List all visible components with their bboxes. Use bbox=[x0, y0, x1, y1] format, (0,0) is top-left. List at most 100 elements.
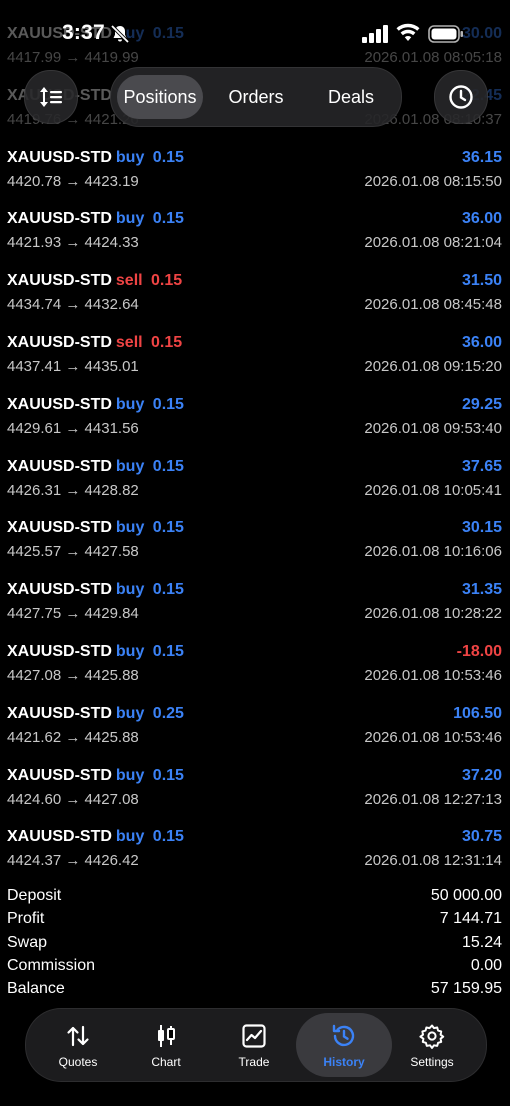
tab-label-history: History bbox=[323, 1055, 365, 1069]
deal-prices: 4434.74 → 4432.64 bbox=[7, 296, 139, 314]
deal-volume: 0.25 bbox=[152, 704, 184, 722]
deal-volume: 0.15 bbox=[152, 828, 184, 846]
deal-side: sell bbox=[115, 272, 143, 290]
deal-time: 2026.01.08 08:15:50 bbox=[364, 172, 502, 190]
deal-prices: 4425.57 → 4427.58 bbox=[7, 543, 139, 561]
deal-row[interactable]: XAUUSD-STD buy 0.15 29.25 4429.61 → 4431.56… bbox=[0, 396, 510, 458]
deal-symbol-name: XAUUSD-STD bbox=[7, 519, 112, 537]
deal-symbol: XAUUSD-STDbuy 0.15 bbox=[7, 210, 184, 228]
deal-profit: 36.15 bbox=[461, 148, 502, 166]
chart-icon bbox=[158, 1025, 175, 1047]
deal-symbol: XAUUSD-STDbuy 0.15 bbox=[7, 581, 184, 599]
deal-symbol-name: XAUUSD-STD bbox=[7, 766, 112, 784]
deal-profit: 37.20 bbox=[461, 766, 502, 784]
deal-prices: 4421.62 → 4425.88 bbox=[7, 728, 139, 746]
deal-row[interactable]: XAUUSD-STD sell 0.15 31.50 4434.74 → 4432.6… bbox=[0, 272, 510, 334]
tab-label-trade: Trade bbox=[238, 1055, 270, 1069]
summary-label: Commission bbox=[7, 956, 96, 974]
deal-side: buy bbox=[115, 828, 145, 846]
deal-time: 2026.01.08 10:28:22 bbox=[364, 605, 502, 623]
deal-row[interactable]: XAUUSD-STD buy 0.15 30.15 4425.57 → 4427.58… bbox=[0, 519, 510, 581]
summary-row-commission: Commission 0.00 bbox=[0, 957, 510, 980]
summary-value: 50 000.00 bbox=[430, 887, 502, 904]
status-time: 3:37 bbox=[62, 21, 105, 44]
tab-deals[interactable]: Deals bbox=[307, 75, 395, 119]
deal-profit: -18.00 bbox=[456, 643, 502, 660]
deal-side: buy bbox=[115, 148, 145, 166]
summary-value: 57 159.95 bbox=[430, 980, 502, 998]
deal-symbol: XAUUSD-STDbuy 0.15 bbox=[7, 458, 184, 476]
deal-row[interactable]: XAUUSD-STD buy 0.15 36.00 4421.93 → 4424.33… bbox=[0, 210, 510, 272]
tab-chart[interactable]: Chart bbox=[122, 1009, 210, 1081]
deal-time: 2026.01.08 12:27:13 bbox=[364, 790, 502, 808]
deal-symbol: XAUUSD-STDbuy 0.15 bbox=[7, 149, 184, 167]
summary-row-deposit: Deposit 50 000.00 bbox=[0, 887, 510, 910]
period-button[interactable] bbox=[434, 70, 488, 124]
deal-prices: 4424.37 → 4426.42 bbox=[7, 852, 139, 870]
quotes-icon bbox=[67, 1025, 89, 1047]
deal-profit: 31.35 bbox=[461, 581, 502, 599]
sort-button[interactable] bbox=[24, 70, 78, 124]
deal-row[interactable]: XAUUSD-STD buy 0.15 -18.00 4427.08 → 4425.8… bbox=[0, 643, 510, 705]
deal-volume: 0.15 bbox=[152, 148, 184, 166]
deal-symbol: XAUUSD-STDbuy 0.15 bbox=[7, 519, 184, 537]
deal-symbol: XAUUSD-STDbuy 0.15 bbox=[7, 643, 184, 661]
deal-row[interactable]: XAUUSD-STD buy 0.15 36.15 4420.78 → 4423.19… bbox=[0, 149, 510, 211]
deal-volume: 0.15 bbox=[152, 766, 184, 784]
deal-volume: 0.15 bbox=[151, 272, 183, 290]
deal-row[interactable]: XAUUSD-STD sell 0.15 36.00 4437.41 → 4435.0… bbox=[0, 334, 510, 396]
tab-orders[interactable]: Orders bbox=[211, 75, 301, 119]
deal-symbol-name: XAUUSD-STD bbox=[7, 395, 112, 413]
deal-symbol: XAUUSD-STDbuy 0.15 bbox=[7, 828, 184, 846]
deal-time: 2026.01.08 10:16:06 bbox=[364, 543, 502, 561]
deal-time: 2026.01.08 10:53:46 bbox=[364, 667, 502, 684]
tab-quotes[interactable]: Quotes bbox=[34, 1009, 122, 1081]
positions-orders-deals-switch[interactable]: Positions Orders Deals bbox=[110, 67, 402, 127]
deal-profit: 29.25 bbox=[461, 395, 502, 413]
history-icon bbox=[332, 1024, 355, 1047]
deal-profit: 31.50 bbox=[461, 272, 502, 290]
deal-row[interactable]: XAUUSD-STD buy 0.15 37.65 4426.31 → 4428.82… bbox=[0, 458, 510, 520]
summary-label: Balance bbox=[7, 980, 65, 998]
deal-row[interactable]: XAUUSD-STD buy 0.15 30.75 4424.37 → 4426.42… bbox=[0, 828, 510, 890]
deal-time: 2026.01.08 12:31:14 bbox=[364, 852, 502, 870]
tab-positions[interactable]: Positions bbox=[117, 75, 203, 119]
deal-symbol-name: XAUUSD-STD bbox=[7, 581, 112, 599]
summary-label: Profit bbox=[7, 910, 45, 928]
wifi-icon bbox=[396, 23, 420, 41]
tab-trade[interactable]: Trade bbox=[210, 1009, 298, 1081]
account-summary: Deposit 50 000.00 Profit 7 144.71 Swap 15.24 C… bbox=[0, 887, 510, 1003]
deal-side: buy bbox=[115, 457, 145, 475]
summary-label: Deposit bbox=[7, 887, 62, 904]
deal-prices: 4427.75 → 4429.84 bbox=[7, 605, 139, 623]
tab-label-quotes: Quotes bbox=[58, 1055, 98, 1069]
deal-symbol-name: XAUUSD-STD bbox=[7, 457, 112, 475]
status-bar: 3:37 bbox=[0, 0, 510, 64]
deal-row[interactable]: XAUUSD-STD buy 0.15 31.35 4427.75 → 4429.84… bbox=[0, 581, 510, 643]
deal-symbol: XAUUSD-STDbuy 0.15 bbox=[7, 396, 184, 414]
deal-prices: 4426.31 → 4428.82 bbox=[7, 481, 139, 499]
summary-row-swap: Swap 15.24 bbox=[0, 934, 510, 957]
deal-prices: 4424.60 → 4427.08 bbox=[7, 790, 139, 808]
tab-label-settings: Settings bbox=[410, 1055, 454, 1069]
deal-side: buy bbox=[115, 210, 145, 228]
sort-icon bbox=[40, 87, 62, 107]
summary-value: 7 144.71 bbox=[439, 910, 502, 928]
deal-profit: 36.00 bbox=[461, 210, 502, 228]
tab-label-chart: Chart bbox=[151, 1055, 181, 1069]
deal-prices: 4437.41 → 4435.01 bbox=[7, 358, 139, 375]
deal-symbol: XAUUSD-STD buy 0.25 bbox=[7, 705, 184, 723]
deal-volume: 0.15 bbox=[152, 210, 184, 228]
deal-volume: 0.15 bbox=[152, 643, 184, 660]
summary-value: 0.00 bbox=[470, 956, 502, 974]
tab-settings[interactable]: Settings bbox=[388, 1009, 476, 1081]
deal-row[interactable]: XAUUSD-STD buy 0.15 37.20 4424.60 → 4427.08… bbox=[0, 767, 510, 829]
deal-side: sell bbox=[115, 334, 143, 351]
summary-row-balance: Balance 57 159.95 bbox=[0, 980, 510, 1003]
deal-volume: 0.15 bbox=[152, 519, 184, 537]
bottom-tab-bar: Quotes Chart Trade History Settings bbox=[25, 1008, 487, 1082]
deal-row[interactable]: XAUUSD-STD buy 0.25 106.50 4421.62 → 4425.8… bbox=[0, 705, 510, 767]
deal-volume: 0.15 bbox=[152, 581, 184, 599]
tab-history[interactable]: History bbox=[296, 1009, 392, 1081]
deal-prices: 4429.61 → 4431.56 bbox=[7, 419, 139, 437]
